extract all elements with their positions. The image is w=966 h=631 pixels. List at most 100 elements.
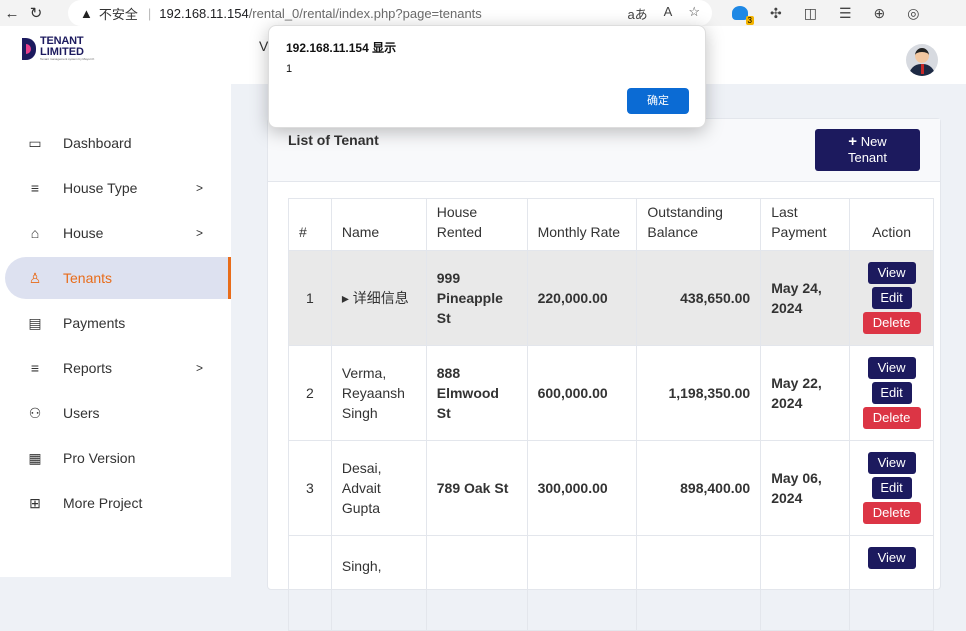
home-icon: ⌂ [30, 225, 40, 241]
tenant-name: Singh, [330, 535, 427, 631]
gift-icon: ⊞ [29, 494, 41, 511]
navbar-partial-text: V [259, 38, 269, 54]
sidebar-menu: ▭ Dashboard ≡ House Type > ⌂ House > ♙ T… [5, 122, 231, 527]
last-payment: May 06, 2024 [760, 440, 851, 536]
avatar[interactable] [906, 44, 938, 76]
sidebar-item-payments[interactable]: ▤ Payments [5, 302, 231, 344]
sidebar-item-label: Users [63, 405, 100, 421]
tenant-name[interactable]: ▸ 详细信息 [330, 250, 427, 346]
edit-button[interactable]: Edit [871, 287, 912, 309]
table-row: Singh, View [288, 535, 934, 631]
outstanding-balance: 1,198,350.00 [636, 345, 762, 441]
sidebar-item-reports[interactable]: ≡ Reports > [5, 347, 231, 389]
delete-button[interactable]: Delete [862, 502, 921, 524]
sidebar-item-label: Payments [63, 315, 126, 331]
read-aloud-icon[interactable]: aあ [627, 4, 647, 23]
column-header[interactable]: Name [330, 198, 427, 251]
sidebar-item-label: Tenants [63, 270, 113, 286]
column-header[interactable]: House Rented [425, 198, 528, 251]
url-separator: | [147, 5, 152, 21]
sidebar-item-label: House Type [63, 180, 138, 196]
dialog-ok-button[interactable]: 确定 [627, 88, 689, 114]
view-button[interactable]: View [867, 547, 916, 569]
text-size-icon[interactable]: A [664, 4, 673, 23]
tenant-name: Desai, Advait Gupta [330, 440, 427, 536]
split-screen-icon[interactable]: ◫ [804, 5, 817, 22]
logo-mark-icon [22, 37, 36, 60]
sidebar-item-label: Dashboard [63, 135, 132, 151]
column-header[interactable]: Monthly Rate [526, 198, 638, 251]
collections-icon[interactable]: ⊕ [874, 5, 886, 22]
extension-icon[interactable]: 3 [732, 6, 754, 25]
menu-lines-icon: ≡ [30, 180, 40, 196]
table-row: 1 ▸ 详细信息 999 Pineapple St 220,000.00 438… [288, 250, 934, 346]
action-cell: View [849, 535, 934, 631]
tenant-name: Verma, Reyaansh Singh [330, 345, 427, 441]
tenant-table: # Name House Rented Monthly Rate Outstan… [288, 198, 934, 631]
delete-button[interactable]: Delete [862, 312, 921, 334]
last-payment: May 24, 2024 [760, 250, 851, 346]
edit-button[interactable]: Edit [871, 477, 912, 499]
tenant-list-card: List of Tenant + New Tenant # Name House… [267, 118, 941, 631]
house-rented: 888 Elmwood St [425, 345, 528, 441]
delete-button[interactable]: Delete [862, 407, 921, 429]
card-title: List of Tenant [288, 132, 379, 148]
reload-icon[interactable]: ↻ [24, 4, 48, 22]
sidebar-item-label: Reports [63, 360, 113, 376]
monthly-rate: 220,000.00 [526, 250, 638, 346]
action-cell: View Edit Delete [849, 250, 934, 346]
row-number: 3 [288, 440, 332, 536]
favorite-star-icon[interactable]: ☆ [688, 4, 700, 23]
logo-subtitle: Tenant management system by Mayuri K [40, 57, 95, 61]
sidebar-item-tenants[interactable]: ♙ Tenants [5, 257, 231, 299]
card-icon: ▤ [28, 314, 42, 331]
row-number: 1 [288, 250, 332, 346]
house-rented: 999 Pineapple St [425, 250, 528, 346]
table-header-row: # Name House Rented Monthly Rate Outstan… [288, 198, 934, 251]
outstanding-balance: 898,400.00 [636, 440, 762, 536]
favorites-list-icon[interactable]: ☰ [839, 5, 852, 22]
house-rented [425, 535, 528, 631]
action-cell: View Edit Delete [849, 345, 934, 441]
chevron-right-icon: > [195, 181, 203, 195]
sidebar-item-house-type[interactable]: ≡ House Type > [5, 167, 231, 209]
back-arrow-icon[interactable]: ← [0, 5, 24, 22]
chevron-right-icon: > [195, 361, 203, 375]
sidebar-item-label: Pro Version [63, 450, 136, 466]
sidebar-item-house[interactable]: ⌂ House > [5, 212, 231, 254]
sidebar-item-users[interactable]: ⚇ Users [5, 392, 231, 434]
view-button[interactable]: View [867, 262, 916, 284]
row-number: 2 [288, 345, 332, 441]
profile-icon[interactable]: ◎ [907, 5, 919, 22]
address-bar[interactable]: ▲ 不安全 | 192.168.11.154/rental_0/rental/i… [68, 0, 712, 26]
column-header[interactable]: Outstanding Balance [636, 198, 762, 251]
row-number [288, 535, 332, 631]
logo[interactable]: TENANT LIMITED Tenant management system … [22, 36, 94, 61]
view-button[interactable]: View [867, 452, 916, 474]
plus-icon: + [848, 133, 858, 150]
sidebar-item-dashboard[interactable]: ▭ Dashboard [5, 122, 231, 164]
column-header[interactable]: # [288, 198, 332, 251]
edit-button[interactable]: Edit [871, 382, 912, 404]
warning-icon: ▲ [80, 5, 93, 21]
monthly-rate: 600,000.00 [526, 345, 638, 441]
new-tenant-button[interactable]: + New Tenant [815, 129, 920, 171]
column-header[interactable]: Action [849, 198, 934, 251]
sidebar-item-label: More Project [63, 495, 143, 511]
url-text: 192.168.11.154/rental_0/rental/index.php… [159, 5, 482, 21]
outstanding-balance: 438,650.00 [636, 250, 762, 346]
monthly-rate: 300,000.00 [526, 440, 638, 536]
dialog-message: 1 [286, 63, 293, 75]
sidebar-item-more-project[interactable]: ⊞ More Project [5, 482, 231, 524]
view-button[interactable]: View [867, 357, 916, 379]
insecure-label: 不安全 [98, 6, 138, 22]
grid-icon: ▦ [28, 449, 42, 466]
column-header[interactable]: Last Payment [760, 198, 851, 251]
house-rented: 789 Oak St [425, 440, 528, 536]
sidebar-item-pro-version[interactable]: ▦ Pro Version [5, 437, 231, 479]
monitor-icon: ▭ [28, 134, 42, 151]
monthly-rate [526, 535, 638, 631]
table-row: 3 Desai, Advait Gupta 789 Oak St 300,000… [288, 440, 934, 536]
card-header: List of Tenant + New Tenant [268, 119, 940, 182]
puzzle-icon[interactable]: ✣ [770, 5, 782, 22]
